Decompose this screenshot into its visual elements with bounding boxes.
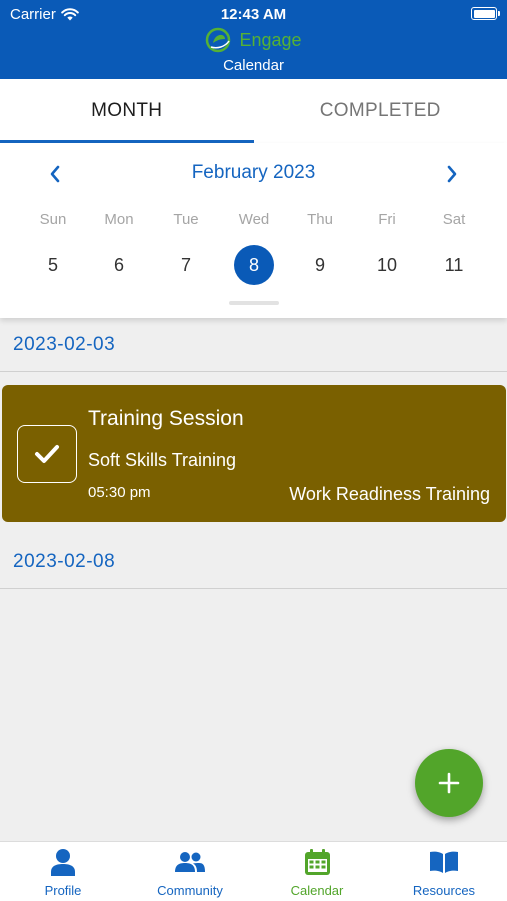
weekday-label: Fri [357,211,417,228]
nav-community-label: Community [127,883,253,898]
page-title: Calendar [0,57,507,74]
nav-resources-label: Resources [381,883,507,898]
divider [0,371,507,372]
calendar-nav: February 2023 [0,159,507,189]
weekday-label: Mon [89,211,149,228]
event-completed-checkbox[interactable] [17,425,77,483]
weekday-label: Sat [424,211,484,228]
nav-profile-label: Profile [0,883,126,898]
calendar-day-selected[interactable]: 8 [234,245,274,285]
calendar-day[interactable]: 5 [33,245,73,285]
nav-calendar[interactable]: Calendar [254,842,380,901]
weekday-label: Thu [290,211,350,228]
tab-completed[interactable]: COMPLETED [254,79,507,143]
event-category: Work Readiness Training [289,484,490,505]
agenda-date-header: 2023-02-08 [13,551,115,573]
calendar-day[interactable]: 11 [434,245,474,285]
tab-month[interactable]: MONTH [0,79,254,143]
calendar-expand-handle[interactable] [229,301,279,305]
weekday-label: Sun [23,211,83,228]
calendar-panel: February 2023 Sun Mon Tue Wed Thu Fri Sa… [0,143,507,318]
nav-profile[interactable]: Profile [0,842,126,901]
event-title: Training Session [88,407,244,431]
nav-community[interactable]: Community [127,842,253,901]
tab-bar: MONTH COMPLETED [0,79,507,143]
calendar-day[interactable]: 6 [99,245,139,285]
community-icon [175,851,205,873]
app-header: Carrier 12:43 AM Engage Calendar [0,0,507,79]
battery-icon [471,7,497,20]
engage-logo-icon [205,27,233,53]
event-subtitle: Soft Skills Training [88,450,236,471]
event-time: 05:30 pm [88,484,151,501]
chevron-right-icon [446,165,458,183]
event-card[interactable]: Training Session Soft Skills Training 05… [2,385,506,522]
tab-completed-label: COMPLETED [320,100,441,122]
calendar-icon [304,849,331,876]
app-logo: Engage [0,27,507,53]
agenda-date-header: 2023-02-03 [13,334,115,356]
bottom-navigation: Profile Community [0,841,507,901]
tab-month-label: MONTH [91,100,162,122]
plus-icon [438,772,460,794]
status-time: 12:43 AM [0,6,507,23]
person-icon [50,848,76,876]
calendar-day[interactable]: 10 [367,245,407,285]
calendar-day[interactable]: 9 [300,245,340,285]
nav-resources[interactable]: Resources [381,842,507,901]
weekday-label: Wed [224,211,284,228]
book-icon [429,850,459,874]
checkmark-icon [34,444,60,464]
next-month-button[interactable] [437,159,467,189]
calendar-month-label: February 2023 [0,162,507,184]
add-event-button[interactable] [415,749,483,817]
nav-calendar-label: Calendar [254,883,380,898]
weekday-label: Tue [156,211,216,228]
calendar-day[interactable]: 7 [166,245,206,285]
divider [0,588,507,589]
brand-name: Engage [239,30,301,51]
